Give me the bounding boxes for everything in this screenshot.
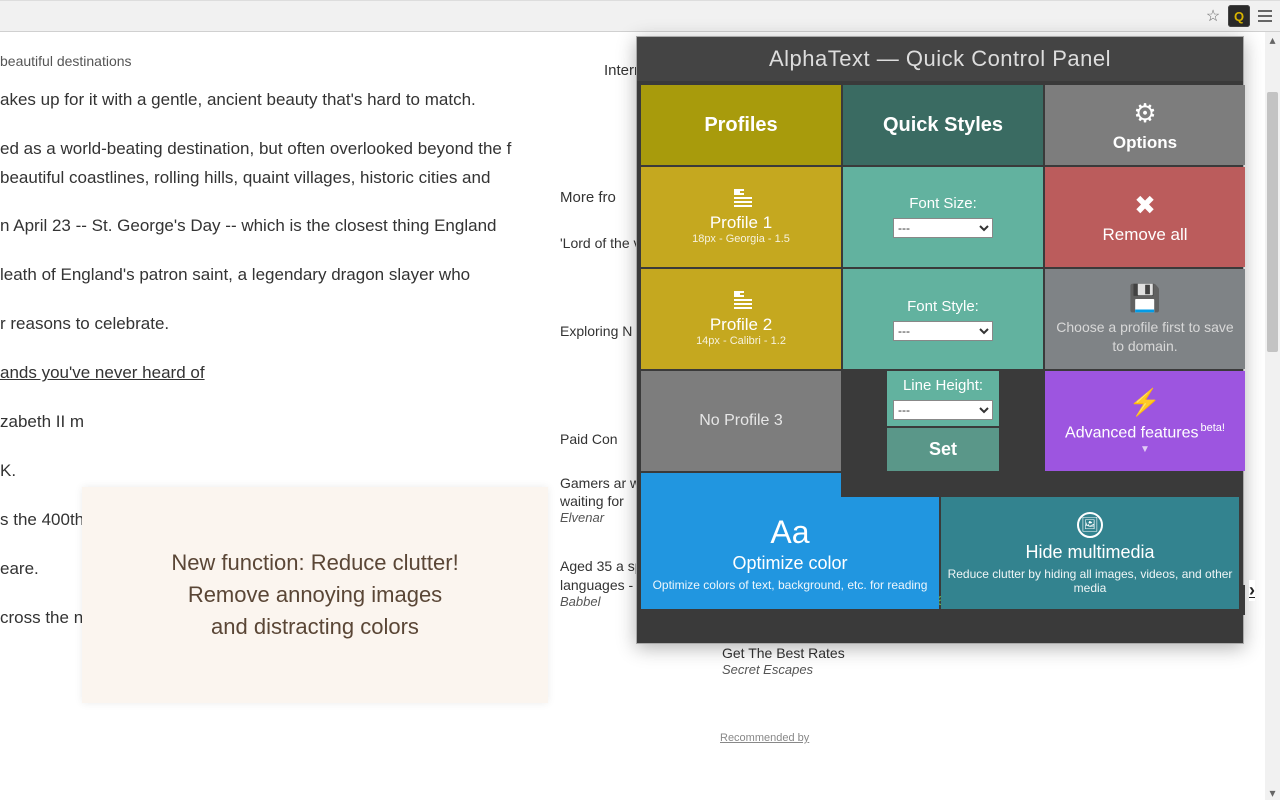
alphatext-extension-icon[interactable]: Q: [1228, 5, 1250, 27]
line-height-set-stack: Line Height: --- Set: [843, 371, 1043, 471]
optimize-color-button[interactable]: Aa Optimize color Optimize colors of tex…: [641, 497, 939, 609]
browser-menu-icon[interactable]: [1254, 5, 1276, 27]
line-height-select[interactable]: ---: [893, 400, 993, 420]
panel-title: AlphaText — Quick Control Panel: [637, 37, 1243, 81]
scrollbar-thumb[interactable]: [1267, 92, 1278, 352]
remove-all-button[interactable]: ✖ Remove all: [1045, 167, 1245, 267]
font-size-tile: Font Size: ---: [843, 167, 1043, 267]
font-size-select[interactable]: ---: [893, 218, 993, 238]
article-paragraph: n April 23 -- St. George's Day -- which …: [0, 212, 560, 241]
quick-styles-header-tile: Quick Styles: [843, 85, 1043, 165]
article-paragraph: akes up for it with a gentle, ancient be…: [0, 86, 560, 115]
set-button[interactable]: Set: [887, 428, 999, 471]
line-height-label: Line Height:: [903, 377, 983, 394]
save-domain-tile: 💾 Choose a profile first to save to doma…: [1045, 269, 1245, 369]
paid-item[interactable]: Get The Best Rates Secret Escapes: [722, 644, 845, 679]
advanced-features-button[interactable]: ⚡ Advanced featuresbeta! ▼: [1045, 371, 1245, 471]
options-button[interactable]: ⚙ Options: [1045, 85, 1245, 165]
save-icon: 💾: [1129, 283, 1161, 314]
font-style-tile: Font Style: ---: [843, 269, 1043, 369]
article-paragraph: leath of England's patron saint, a legen…: [0, 261, 560, 290]
next-chevron-icon[interactable]: ›: [1249, 580, 1255, 601]
line-height-tile: Line Height: ---: [887, 371, 999, 426]
article-link[interactable]: ands you've never heard of: [0, 363, 205, 382]
profiles-header-tile: Profiles: [641, 85, 841, 165]
font-style-label: Font Style:: [907, 298, 979, 315]
profile-1-button[interactable]: Profile 1 18px - Georgia - 1.5: [641, 167, 841, 267]
text-lines-icon: [731, 189, 752, 207]
font-style-select[interactable]: ---: [893, 321, 993, 341]
gear-icon: ⚙: [1133, 98, 1156, 129]
promo-line: Remove annoying images: [188, 579, 442, 611]
text-lines-icon: [731, 291, 752, 309]
promo-line: and distracting colors: [211, 611, 419, 643]
article-paragraph: K.: [0, 457, 560, 486]
scroll-down-icon[interactable]: ▾: [1265, 785, 1280, 800]
no-image-icon: 🖼: [1077, 512, 1103, 538]
font-size-label: Font Size:: [909, 195, 977, 212]
article-paragraph: zabeth II m: [0, 408, 560, 437]
lightning-icon: ⚡: [1129, 387, 1161, 418]
no-profile-3-tile[interactable]: No Profile 3: [641, 371, 841, 471]
bookmark-star-icon[interactable]: ☆: [1202, 5, 1224, 27]
article-paragraph: ed as a world-beating destination, but o…: [0, 135, 560, 193]
recommended-by-link[interactable]: Recommended by: [720, 732, 809, 744]
hide-multimedia-button[interactable]: 🖼 Hide multimedia Reduce clutter by hidi…: [941, 497, 1239, 609]
chevron-down-icon: ▼: [1140, 444, 1150, 455]
article-paragraph: r reasons to celebrate.: [0, 310, 560, 339]
profile-2-button[interactable]: Profile 2 14px - Calibri - 1.2: [641, 269, 841, 369]
alphatext-panel: AlphaText — Quick Control Panel Profiles…: [636, 36, 1244, 644]
browser-toolbar: ☆ Q: [0, 0, 1280, 32]
promo-line: New function: Reduce clutter!: [171, 547, 458, 579]
vertical-scrollbar[interactable]: ▴ ▾: [1265, 32, 1280, 800]
aa-icon: Aa: [770, 514, 809, 551]
scroll-up-icon[interactable]: ▴: [1265, 32, 1280, 47]
close-icon: ✖: [1134, 190, 1156, 221]
promo-card: New function: Reduce clutter! Remove ann…: [82, 487, 548, 703]
image-caption: beautiful destinations: [0, 50, 560, 74]
